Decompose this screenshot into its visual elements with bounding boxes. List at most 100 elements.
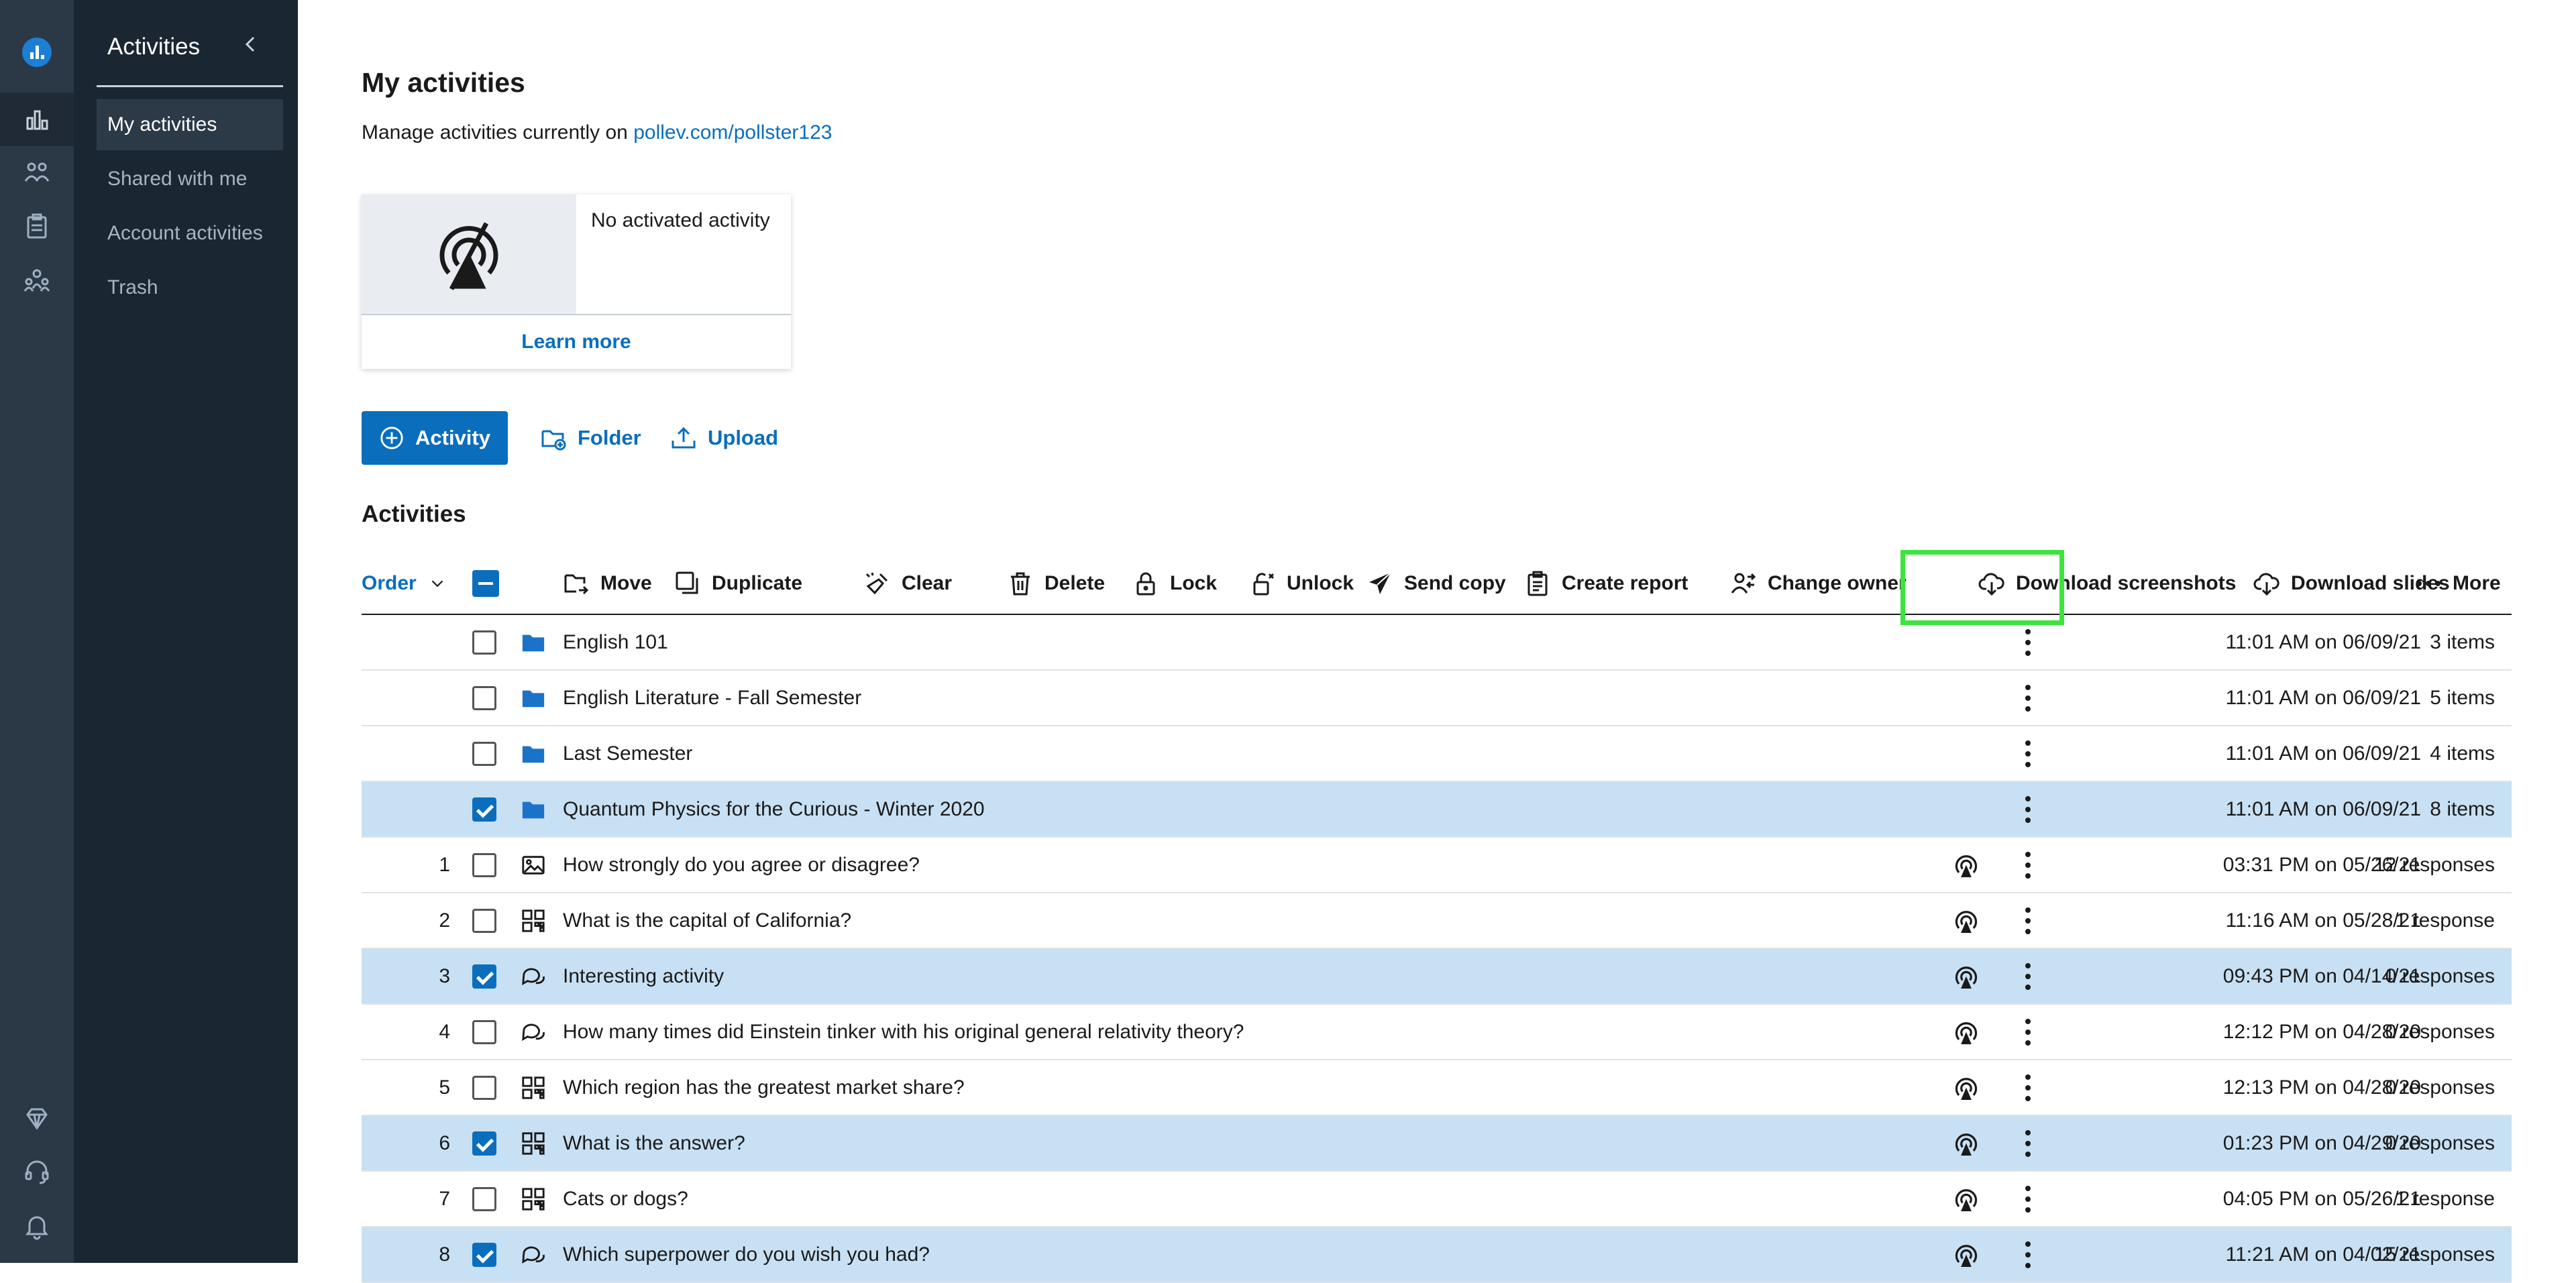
activate-button[interactable] — [1953, 1060, 1982, 1115]
row-menu-button[interactable] — [2018, 949, 2038, 1003]
row-title[interactable]: What is the capital of California? — [563, 893, 851, 948]
row-checkbox[interactable] — [472, 1005, 499, 1059]
sidebar-item-trash[interactable]: Trash — [97, 262, 283, 313]
activate-button[interactable] — [1953, 1116, 1982, 1170]
diamond-icon[interactable] — [0, 1092, 74, 1146]
logo-icon[interactable] — [0, 25, 74, 79]
sidebar-item-shared-with-me[interactable]: Shared with me — [97, 154, 283, 205]
clear-button[interactable]: Clear — [864, 553, 952, 614]
checkbox-box[interactable] — [472, 964, 496, 989]
table-row[interactable]: 8 Which superpower do you wish you had? 11… — [362, 1227, 2512, 1283]
row-checkbox[interactable] — [472, 1172, 499, 1226]
activate-button[interactable] — [1953, 838, 1982, 892]
learn-more-link[interactable]: Learn more — [362, 315, 791, 369]
row-checkbox[interactable] — [472, 671, 499, 725]
row-title[interactable]: How strongly do you agree or disagree? — [563, 838, 920, 892]
row-checkbox[interactable] — [472, 838, 499, 892]
checkbox-box[interactable] — [472, 1131, 496, 1156]
row-title[interactable]: Quantum Physics for the Curious - Winter… — [563, 782, 985, 836]
checkbox-box[interactable] — [472, 908, 496, 933]
checkbox-box[interactable] — [472, 1242, 496, 1267]
row-menu-button[interactable] — [2018, 726, 2038, 781]
more-button[interactable]: More — [2415, 553, 2501, 614]
chevron-left-icon[interactable] — [237, 31, 264, 58]
create-report-button[interactable]: Create report — [1524, 553, 1688, 614]
reports-icon[interactable] — [0, 200, 74, 254]
select-all-checkbox[interactable] — [472, 570, 499, 597]
order-dropdown[interactable]: Order — [362, 553, 447, 614]
activate-button[interactable] — [1953, 1005, 1982, 1059]
sidebar-item-my-activities[interactable]: My activities — [97, 99, 283, 150]
row-checkbox[interactable] — [472, 893, 499, 948]
activate-button[interactable] — [1953, 1172, 1982, 1226]
table-row[interactable]: Quantum Physics for the Curious - Winter… — [362, 782, 2512, 838]
row-title[interactable]: English Literature - Fall Semester — [563, 671, 861, 725]
support-icon[interactable] — [0, 1146, 74, 1199]
table-row[interactable]: 2 What is the capital of California? 11:16… — [362, 893, 2512, 949]
checkbox-box[interactable] — [472, 852, 496, 877]
row-title[interactable]: English 101 — [563, 615, 668, 669]
row-checkbox[interactable] — [472, 1060, 499, 1115]
row-menu-button[interactable] — [2018, 1005, 2038, 1059]
row-title[interactable]: Cats or dogs? — [563, 1172, 688, 1226]
row-title[interactable]: Last Semester — [563, 726, 692, 781]
change-owner-button[interactable]: Change owner — [1730, 553, 1907, 614]
row-menu-button[interactable] — [2018, 1172, 2038, 1226]
table-row[interactable]: 3 Interesting activity 09:43 PM on 04/14/2… — [362, 949, 2512, 1005]
sidebar-item-account-activities[interactable]: Account activities — [97, 208, 283, 259]
table-row[interactable]: 7 Cats or dogs? 04:05 PM on 05/26/21 1 resp… — [362, 1172, 2512, 1227]
table-row[interactable]: English Literature - Fall Semester 11:01 … — [362, 671, 2512, 726]
delete-button[interactable]: Delete — [1007, 553, 1105, 614]
row-title[interactable]: Which superpower do you wish you had? — [563, 1227, 930, 1282]
row-checkbox[interactable] — [472, 782, 499, 836]
duplicate-button[interactable]: Duplicate — [674, 553, 802, 614]
row-menu-button[interactable] — [2018, 838, 2038, 892]
checkbox-box[interactable] — [472, 685, 496, 710]
upload-button[interactable]: Upload — [670, 411, 778, 465]
row-checkbox[interactable] — [472, 1227, 499, 1282]
row-title[interactable]: Interesting activity — [563, 949, 724, 1003]
activities-icon[interactable] — [0, 93, 74, 146]
pollev-link[interactable]: pollev.com/pollster123 — [633, 121, 832, 144]
checkbox-box[interactable] — [472, 741, 496, 766]
row-checkbox[interactable] — [472, 949, 499, 1003]
row-count: 3 items — [2430, 630, 2495, 653]
groups-icon[interactable] — [0, 254, 74, 307]
row-menu-button[interactable] — [2018, 1116, 2038, 1170]
table-row[interactable]: 6 What is the answer? 01:23 PM on 04/29/20… — [362, 1116, 2512, 1172]
unlock-button[interactable]: Unlock — [1249, 553, 1354, 614]
lock-button[interactable]: Lock — [1132, 553, 1217, 614]
table-row[interactable]: 1 How strongly do you agree or disagree? 0… — [362, 838, 2512, 893]
row-title[interactable]: What is the answer? — [563, 1116, 745, 1170]
row-title[interactable]: Which region has the greatest market sha… — [563, 1060, 965, 1115]
row-menu-button[interactable] — [2018, 1227, 2038, 1282]
row-menu-button[interactable] — [2018, 615, 2038, 669]
table-row[interactable]: 4 How many times did Einstein tinker with… — [362, 1005, 2512, 1060]
row-title[interactable]: How many times did Einstein tinker with … — [563, 1005, 1244, 1059]
add-folder-button[interactable]: Folder — [540, 411, 641, 465]
row-menu-button[interactable] — [2018, 782, 2038, 836]
row-menu-button[interactable] — [2018, 893, 2038, 948]
row-checkbox[interactable] — [472, 615, 499, 669]
checkbox-box[interactable] — [472, 630, 496, 655]
checkbox-box[interactable] — [472, 1186, 496, 1211]
row-checkbox[interactable] — [472, 726, 499, 781]
activate-button[interactable] — [1953, 1227, 1982, 1282]
row-menu-button[interactable] — [2018, 671, 2038, 725]
checkbox-box[interactable] — [472, 1019, 496, 1044]
notifications-icon[interactable] — [0, 1199, 74, 1253]
chat-icon — [522, 1246, 545, 1264]
table-row[interactable]: 5 Which region has the greatest market sh… — [362, 1060, 2512, 1116]
send-copy-button[interactable]: Send copy — [1366, 553, 1506, 614]
row-checkbox[interactable] — [472, 1116, 499, 1170]
table-row[interactable]: Last Semester 11:01 AM on 06/09/21 4 items — [362, 726, 2512, 782]
table-row[interactable]: English 101 11:01 AM on 06/09/21 3 items — [362, 615, 2512, 671]
activate-button[interactable] — [1953, 893, 1982, 948]
participants-icon[interactable] — [0, 146, 74, 200]
add-activity-button[interactable]: Activity — [362, 411, 508, 465]
activate-button[interactable] — [1953, 949, 1982, 1003]
row-menu-button[interactable] — [2018, 1060, 2038, 1115]
checkbox-box[interactable] — [472, 797, 496, 822]
move-button[interactable]: Move — [563, 553, 652, 614]
checkbox-box[interactable] — [472, 1075, 496, 1100]
